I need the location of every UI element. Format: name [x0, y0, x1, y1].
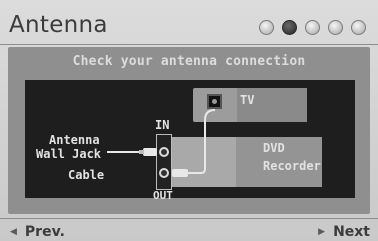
- header-divider: [0, 44, 378, 45]
- source-label-wall-jack: Wall Jack: [36, 147, 102, 161]
- step-dot-1: [259, 20, 274, 35]
- source-label-antenna: Antenna: [49, 133, 100, 147]
- step-dot-5: [351, 20, 366, 35]
- antenna-setup-screen: Antenna Check your antenna connection TV…: [0, 0, 378, 241]
- triangle-left-icon: ◀: [10, 227, 17, 237]
- step-dot-3: [305, 20, 320, 35]
- prev-button[interactable]: ◀ Prev.: [10, 224, 65, 240]
- navigation-bar: ◀ Prev. ▶ Next: [0, 220, 378, 241]
- in-plug-collar-icon: [139, 150, 144, 154]
- next-button[interactable]: ▶ Next: [318, 224, 370, 240]
- out-label: OUT: [153, 189, 173, 202]
- triangle-right-icon: ▶: [318, 227, 326, 237]
- instruction-text: Check your antenna connection: [72, 54, 306, 69]
- step-dot-2-active: [282, 20, 297, 35]
- in-label: IN: [155, 118, 170, 132]
- page-title: Antenna: [9, 12, 108, 38]
- out-plug-icon: [172, 169, 188, 177]
- source-label-cable: Cable: [68, 168, 105, 182]
- step-dot-4: [328, 20, 343, 35]
- content-panel: Check your antenna connection TV DVD Rec…: [8, 47, 370, 214]
- in-plug-icon: [143, 148, 157, 156]
- footer-divider: [0, 218, 378, 219]
- connection-diagram: TV DVD Recorder Antenna Wall Jack Cable …: [25, 80, 355, 202]
- step-indicator: [259, 20, 366, 35]
- prev-label: Prev.: [24, 224, 65, 240]
- next-label: Next: [333, 224, 370, 240]
- tv-cable-line: [188, 109, 216, 174]
